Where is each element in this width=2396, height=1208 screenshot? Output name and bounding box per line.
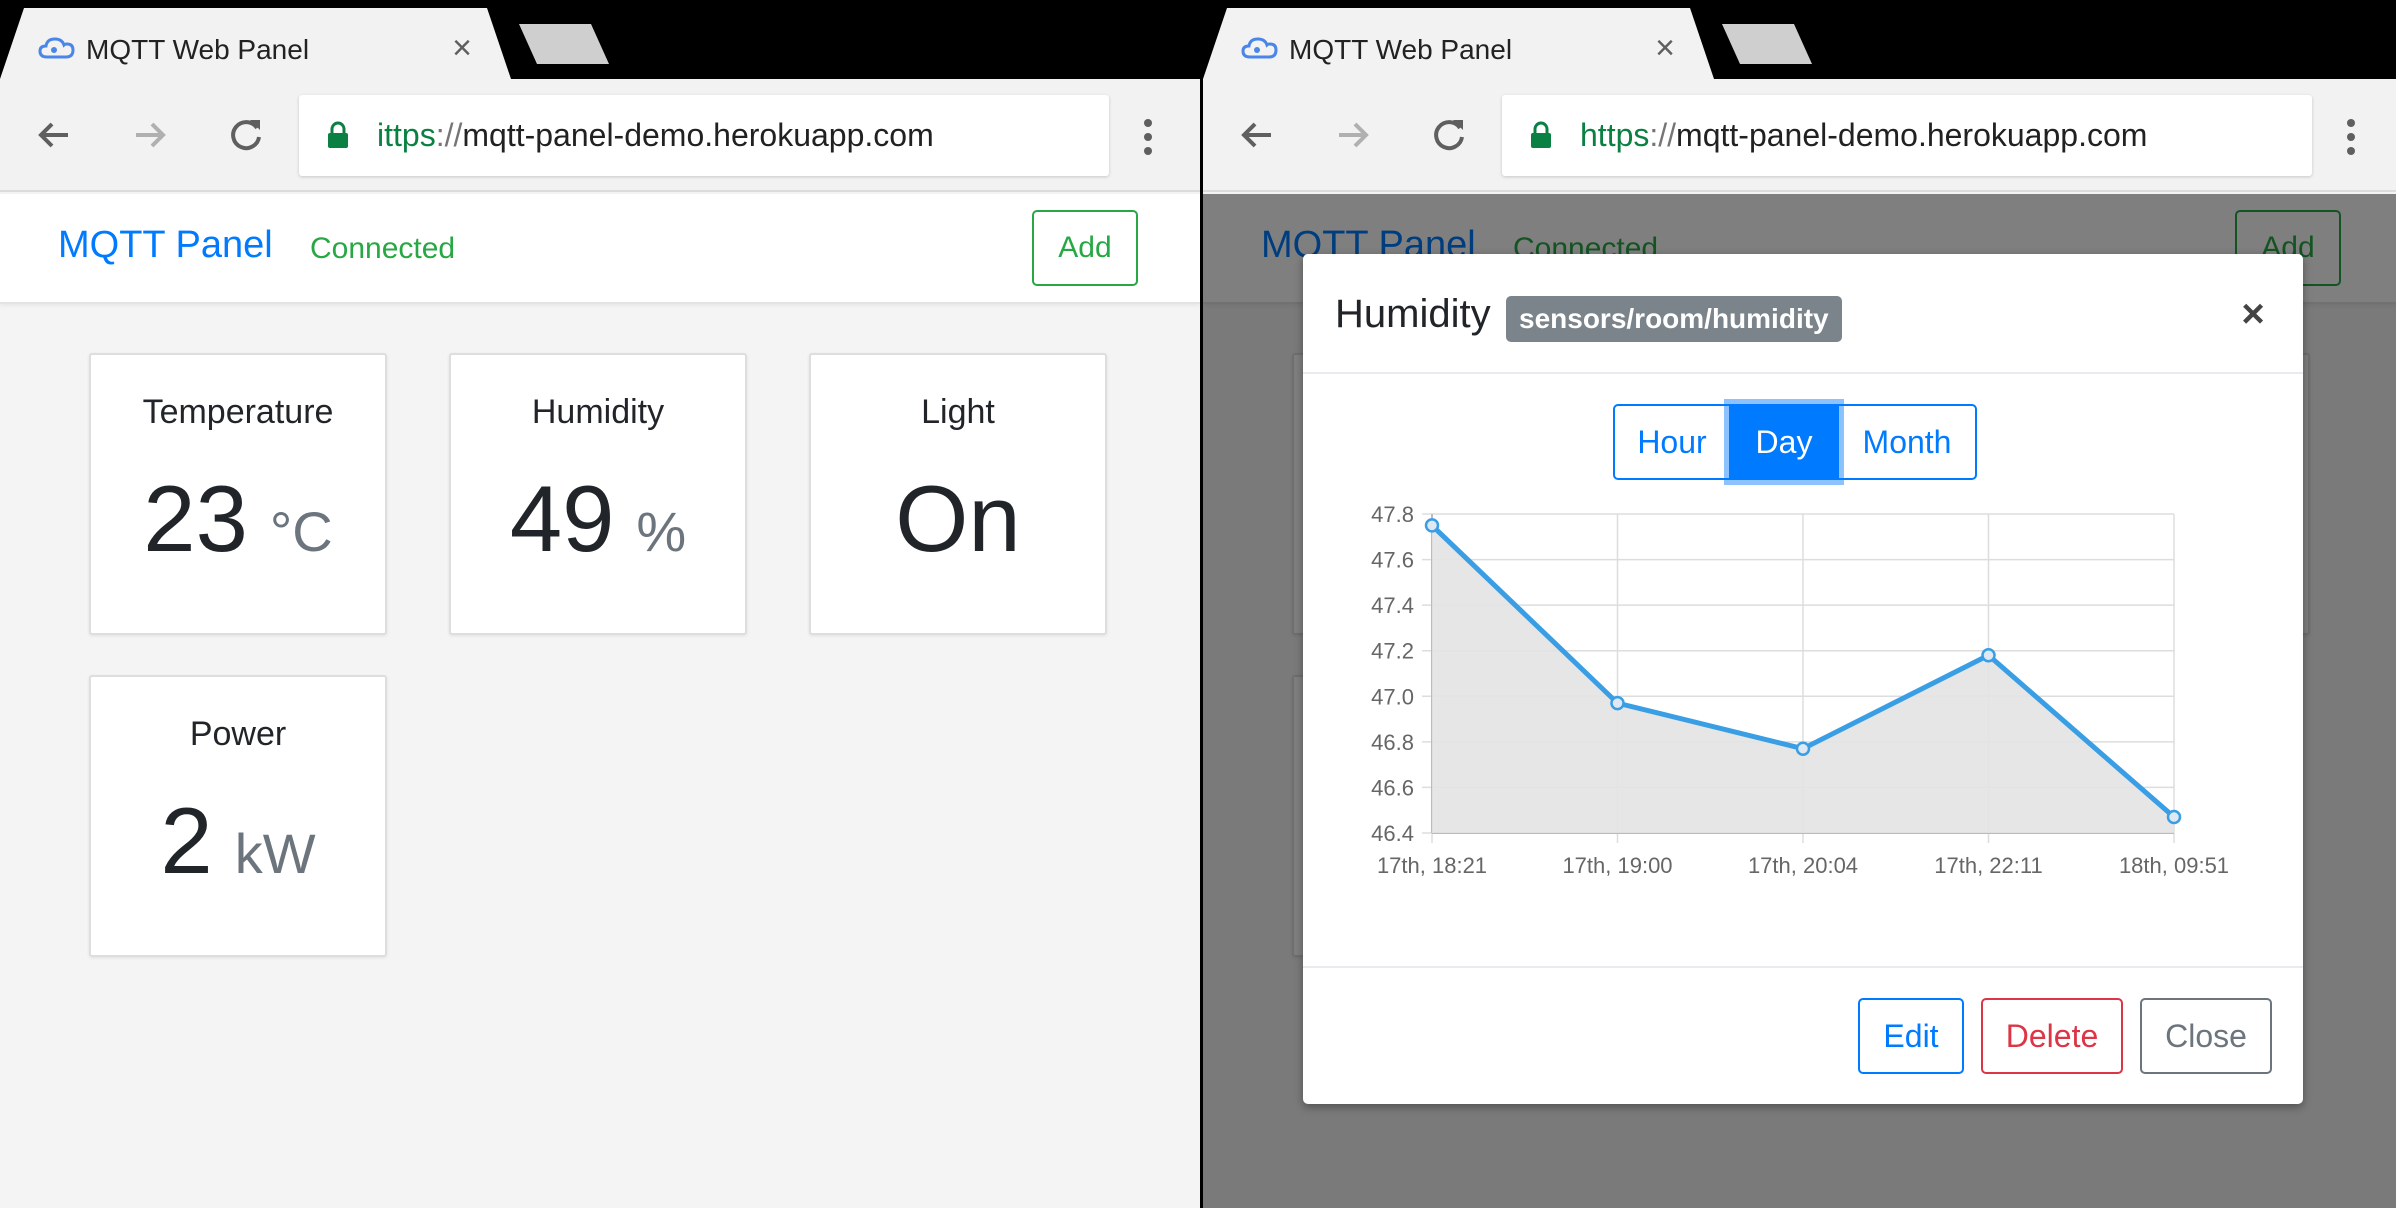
connection-status: Connected	[310, 232, 456, 265]
forward-arrow-icon[interactable]	[126, 111, 174, 159]
range-hour-button[interactable]: Hour	[1613, 404, 1731, 480]
card-title: Humidity	[531, 393, 665, 431]
topic-badge: sensors/room/humidity	[1506, 296, 1842, 342]
range-day-button[interactable]: Day	[1729, 404, 1839, 480]
data-point	[2166, 809, 2182, 825]
card-number: On	[895, 466, 1021, 571]
back-arrow-icon[interactable]	[1233, 111, 1281, 159]
url-separator: ://	[435, 117, 463, 153]
y-tick-label: 47.4	[1371, 593, 1414, 618]
sensor-card-light[interactable]: Light On	[809, 353, 1107, 635]
url-text: ittps://mqtt-panel-demo.herokuapp.com	[377, 117, 934, 154]
lock-icon	[328, 121, 348, 148]
url-text: https://mqtt-panel-demo.herokuapp.com	[1580, 117, 2147, 154]
url-scheme: https	[1580, 117, 1650, 153]
url-separator: ://	[1649, 117, 1677, 153]
y-tick-label: 47.8	[1371, 502, 1414, 527]
sensor-card-power[interactable]: Power 2 kW	[89, 675, 387, 957]
card-number: 23	[143, 466, 248, 571]
card-value: 2 kW	[91, 787, 385, 895]
tab-title: MQTT Web Panel	[1289, 34, 1513, 65]
modal-title: Humidity	[1335, 292, 1491, 336]
y-tick-label: 46.8	[1371, 730, 1414, 755]
card-number: 49	[509, 466, 615, 571]
tab-close-icon[interactable]: ×	[1649, 31, 1681, 65]
navbar: MQTT Panel Connected Add	[0, 194, 1200, 304]
browser-toolbar: ittps://mqtt-panel-demo.herokuapp.com	[0, 79, 1200, 192]
right-screen: MQTT Web Panel × https://mqtt-panel-demo…	[1203, 0, 2396, 1208]
new-tab-button[interactable]	[1722, 24, 1812, 64]
lock-icon	[1531, 121, 1551, 148]
data-point	[1610, 695, 1625, 711]
page-content: MQTT Panel Connected Add Temperature 23 °…	[0, 194, 1200, 1208]
card-unit: %	[636, 500, 687, 563]
data-point	[1795, 741, 1811, 756]
x-tick-label: 18th, 09:51	[2119, 853, 2229, 878]
card-value: On	[811, 465, 1105, 573]
edit-button[interactable]: Edit	[1858, 998, 1964, 1074]
y-tick-label: 46.4	[1371, 821, 1414, 846]
y-tick-label: 46.6	[1371, 775, 1414, 800]
close-button[interactable]: Close	[2140, 998, 2272, 1074]
reload-icon[interactable]	[1425, 111, 1473, 159]
chart-modal: Humidity sensors/room/humidity × Hour Da…	[1303, 254, 2303, 1104]
browser-tab[interactable]: MQTT Web Panel ×	[1203, 8, 1714, 79]
y-tick-label: 47.6	[1371, 548, 1414, 573]
back-arrow-icon[interactable]	[30, 111, 78, 159]
card-value: 23 °C	[91, 465, 385, 573]
modal-header: Humidity sensors/room/humidity ×	[1303, 254, 2303, 374]
cloud-icon	[38, 37, 75, 59]
delete-button[interactable]: Delete	[1981, 998, 2123, 1074]
tab-strip: MQTT Web Panel ×	[0, 0, 1200, 79]
cloud-icon	[1241, 37, 1278, 59]
tab-title: MQTT Web Panel	[86, 34, 310, 65]
tab-close-icon[interactable]: ×	[446, 31, 478, 65]
reload-icon[interactable]	[222, 111, 270, 159]
add-button[interactable]: Add	[1032, 210, 1138, 286]
card-unit: kW	[234, 822, 316, 885]
card-unit: °C	[269, 500, 333, 563]
menu-kebab-icon[interactable]	[2339, 115, 2363, 159]
card-number: 2	[160, 788, 213, 893]
card-title: Light	[921, 393, 995, 431]
card-title: Temperature	[142, 393, 334, 431]
card-title: Power	[189, 715, 287, 753]
x-tick-label: 17th, 18:21	[1377, 853, 1487, 878]
browser-toolbar: https://mqtt-panel-demo.herokuapp.com	[1203, 79, 2396, 192]
url-host: mqtt-panel-demo.herokuapp.com	[462, 117, 934, 153]
left-screen: MQTT Web Panel × ittps://mqtt-panel-demo…	[0, 0, 1200, 1208]
sensor-card-humidity[interactable]: Humidity 49%	[449, 353, 747, 635]
address-bar[interactable]: https://mqtt-panel-demo.herokuapp.com	[1502, 95, 2312, 176]
tab-strip: MQTT Web Panel ×	[1203, 0, 2396, 79]
url-scheme: ittps	[377, 117, 436, 153]
sensor-card-temperature[interactable]: Temperature 23 °C	[89, 353, 387, 635]
modal-footer: Edit Delete Close	[1303, 966, 2303, 1104]
x-tick-label: 17th, 22:11	[1934, 853, 2042, 878]
new-tab-button[interactable]	[519, 24, 609, 64]
address-bar[interactable]: ittps://mqtt-panel-demo.herokuapp.com	[299, 95, 1109, 176]
screenshot-root: MQTT Web Panel × ittps://mqtt-panel-demo…	[0, 0, 2396, 1208]
x-tick-label: 17th, 20:04	[1748, 853, 1858, 878]
forward-arrow-icon[interactable]	[1329, 111, 1377, 159]
data-point	[1424, 518, 1440, 533]
y-tick-label: 47.0	[1371, 684, 1414, 709]
range-button-group: Hour Day Month	[1613, 404, 1977, 480]
card-value: 49%	[451, 465, 745, 573]
brand-link[interactable]: MQTT Panel	[58, 224, 273, 267]
browser-tab[interactable]: MQTT Web Panel ×	[0, 8, 511, 79]
range-month-button[interactable]: Month	[1837, 404, 1977, 480]
x-tick-label: 17th, 19:00	[1562, 853, 1672, 878]
menu-kebab-icon[interactable]	[1136, 115, 1160, 159]
humidity-chart: 47.8 47.6 47.4 47.2 47.0 46.8 46.6 46.4 17th, 18…	[1371, 502, 2229, 878]
data-point	[1981, 648, 1996, 663]
url-host: mqtt-panel-demo.herokuapp.com	[1676, 117, 2148, 153]
y-tick-label: 47.2	[1371, 639, 1414, 664]
close-icon[interactable]: ×	[2233, 292, 2273, 337]
